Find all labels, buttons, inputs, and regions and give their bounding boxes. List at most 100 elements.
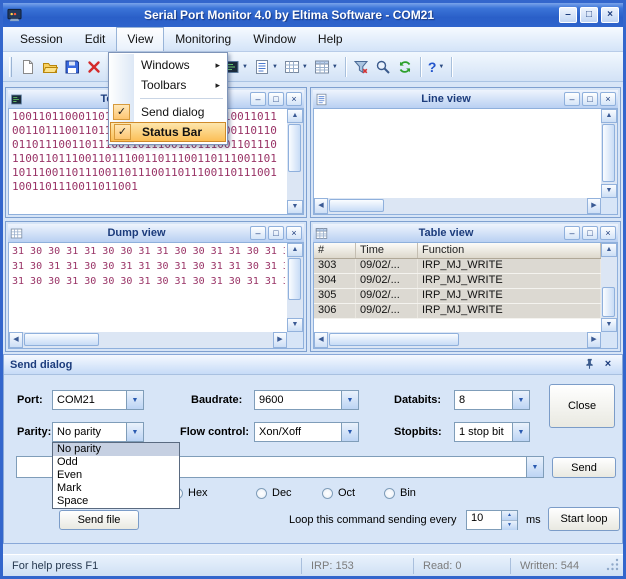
menu-view[interactable]: View — [116, 27, 164, 51]
stopbits-combo[interactable]: 1 stop bit — [454, 422, 530, 442]
send-file-button[interactable]: Send file — [59, 510, 139, 530]
spinner-up-button[interactable] — [502, 511, 517, 521]
column-header-number[interactable]: # — [314, 243, 356, 258]
parity-option-space[interactable]: Space — [53, 495, 179, 508]
scroll-up-button[interactable] — [601, 243, 617, 257]
databits-combo[interactable]: 8 — [454, 390, 530, 410]
vertical-scrollbar[interactable] — [287, 109, 303, 214]
scrollbar-thumb[interactable] — [288, 124, 301, 172]
line-view-toggle-button[interactable]: ▼ — [251, 56, 281, 78]
combo-dropdown-arrow[interactable] — [341, 391, 358, 409]
combo-dropdown-arrow[interactable] — [126, 391, 143, 409]
maximize-button[interactable]: □ — [582, 92, 598, 106]
combo-dropdown-arrow[interactable] — [126, 423, 143, 441]
combo-dropdown-arrow[interactable] — [512, 391, 529, 409]
scroll-down-button[interactable] — [601, 184, 617, 198]
scrollbar-thumb[interactable] — [329, 333, 459, 346]
pin-icon[interactable] — [581, 358, 597, 372]
combo-dropdown-arrow[interactable] — [341, 423, 358, 441]
radio-dec[interactable] — [256, 488, 267, 499]
table-view-titlebar[interactable]: Table view – □ × — [313, 224, 618, 242]
scroll-left-button[interactable] — [314, 332, 328, 348]
radio-dec-label[interactable]: Dec — [272, 487, 292, 499]
send-dialog-header[interactable]: Send dialog × — [4, 355, 622, 375]
minimize-button[interactable]: – — [564, 226, 580, 240]
minimize-button[interactable]: – — [564, 92, 580, 106]
horizontal-scrollbar[interactable] — [314, 198, 601, 214]
save-button[interactable] — [61, 56, 83, 78]
menu-item-windows[interactable]: Windows▸ — [110, 55, 226, 75]
scroll-right-button[interactable] — [587, 198, 601, 214]
vertical-scrollbar[interactable] — [601, 109, 617, 198]
table-view-toggle-button[interactable]: ▼ — [311, 56, 341, 78]
horizontal-scrollbar[interactable] — [314, 332, 601, 348]
line-view-titlebar[interactable]: Line view – □ × — [313, 90, 618, 108]
parity-option-even[interactable]: Even — [53, 469, 179, 482]
combo-dropdown-arrow[interactable] — [526, 457, 543, 477]
column-header-time[interactable]: Time — [356, 243, 418, 258]
close-button[interactable]: × — [286, 226, 302, 240]
new-session-button[interactable] — [17, 56, 39, 78]
combo-dropdown-arrow[interactable] — [512, 423, 529, 441]
flow-control-combo[interactable]: Xon/Xoff — [254, 422, 359, 442]
close-session-button[interactable] — [83, 56, 105, 78]
scroll-down-button[interactable] — [601, 318, 617, 332]
radio-hex-label[interactable]: Hex — [188, 487, 208, 499]
parity-combo[interactable]: No parity — [52, 422, 144, 442]
scroll-up-button[interactable] — [601, 109, 617, 123]
loop-interval-value[interactable]: 10 — [467, 511, 501, 529]
panel-close-button[interactable]: × — [600, 358, 616, 372]
dropdown-arrow-icon[interactable]: ▼ — [302, 64, 308, 70]
close-button[interactable]: × — [600, 226, 616, 240]
radio-oct-label[interactable]: Oct — [338, 487, 355, 499]
scroll-down-button[interactable] — [287, 200, 303, 214]
dump-view-toggle-button[interactable]: ▼ — [281, 56, 311, 78]
column-header-function[interactable]: Function — [418, 243, 601, 258]
scroll-right-button[interactable] — [587, 332, 601, 348]
table-row[interactable]: 304 09/02/... IRP_MJ_WRITE — [314, 274, 601, 289]
menu-monitoring[interactable]: Monitoring — [164, 27, 242, 51]
vertical-scrollbar[interactable] — [601, 243, 617, 332]
menu-item-status-bar[interactable]: ✓Status Bar — [110, 122, 226, 142]
maximize-button[interactable]: □ — [580, 7, 598, 23]
menu-window[interactable]: Window — [242, 27, 307, 51]
open-session-button[interactable] — [39, 56, 61, 78]
table-row[interactable]: 305 09/02/... IRP_MJ_WRITE — [314, 289, 601, 304]
vertical-scrollbar[interactable] — [287, 243, 303, 332]
dump-view-titlebar[interactable]: Dump view – □ × — [8, 224, 304, 242]
table-row[interactable]: 303 09/02/... IRP_MJ_WRITE — [314, 259, 601, 274]
radio-bin-label[interactable]: Bin — [400, 487, 416, 499]
minimize-button[interactable]: – — [250, 92, 266, 106]
scrollbar-thumb[interactable] — [288, 258, 301, 300]
start-loop-button[interactable]: Start loop — [548, 507, 620, 531]
scroll-up-button[interactable] — [287, 109, 303, 123]
maximize-button[interactable]: □ — [582, 226, 598, 240]
minimize-button[interactable]: – — [559, 7, 577, 23]
menu-session[interactable]: Session — [9, 27, 74, 51]
scrollbar-thumb[interactable] — [602, 124, 615, 182]
scroll-left-button[interactable] — [314, 198, 328, 214]
close-button[interactable]: × — [286, 92, 302, 106]
scroll-left-button[interactable] — [9, 332, 23, 348]
menu-help[interactable]: Help — [307, 27, 354, 51]
scrollbar-thumb[interactable] — [602, 287, 615, 317]
maximize-button[interactable]: □ — [268, 92, 284, 106]
port-combo[interactable]: COM21 — [52, 390, 144, 410]
search-button[interactable] — [372, 56, 394, 78]
parity-option-odd[interactable]: Odd — [53, 456, 179, 469]
baudrate-combo[interactable]: 9600 — [254, 390, 359, 410]
dropdown-arrow-icon[interactable]: ▼ — [242, 64, 248, 70]
maximize-button[interactable]: □ — [268, 226, 284, 240]
scrollbar-thumb[interactable] — [24, 333, 99, 346]
close-button-window[interactable]: × — [601, 7, 619, 23]
close-button[interactable]: Close — [549, 384, 615, 428]
dropdown-arrow-icon[interactable]: ▼ — [272, 64, 278, 70]
minimize-button[interactable]: – — [250, 226, 266, 240]
spinner-down-button[interactable] — [502, 521, 517, 530]
horizontal-scrollbar[interactable] — [9, 332, 287, 348]
parity-option-mark[interactable]: Mark — [53, 482, 179, 495]
scroll-right-button[interactable] — [273, 332, 287, 348]
scroll-down-button[interactable] — [287, 318, 303, 332]
menu-edit[interactable]: Edit — [74, 27, 117, 51]
refresh-button[interactable] — [394, 56, 416, 78]
